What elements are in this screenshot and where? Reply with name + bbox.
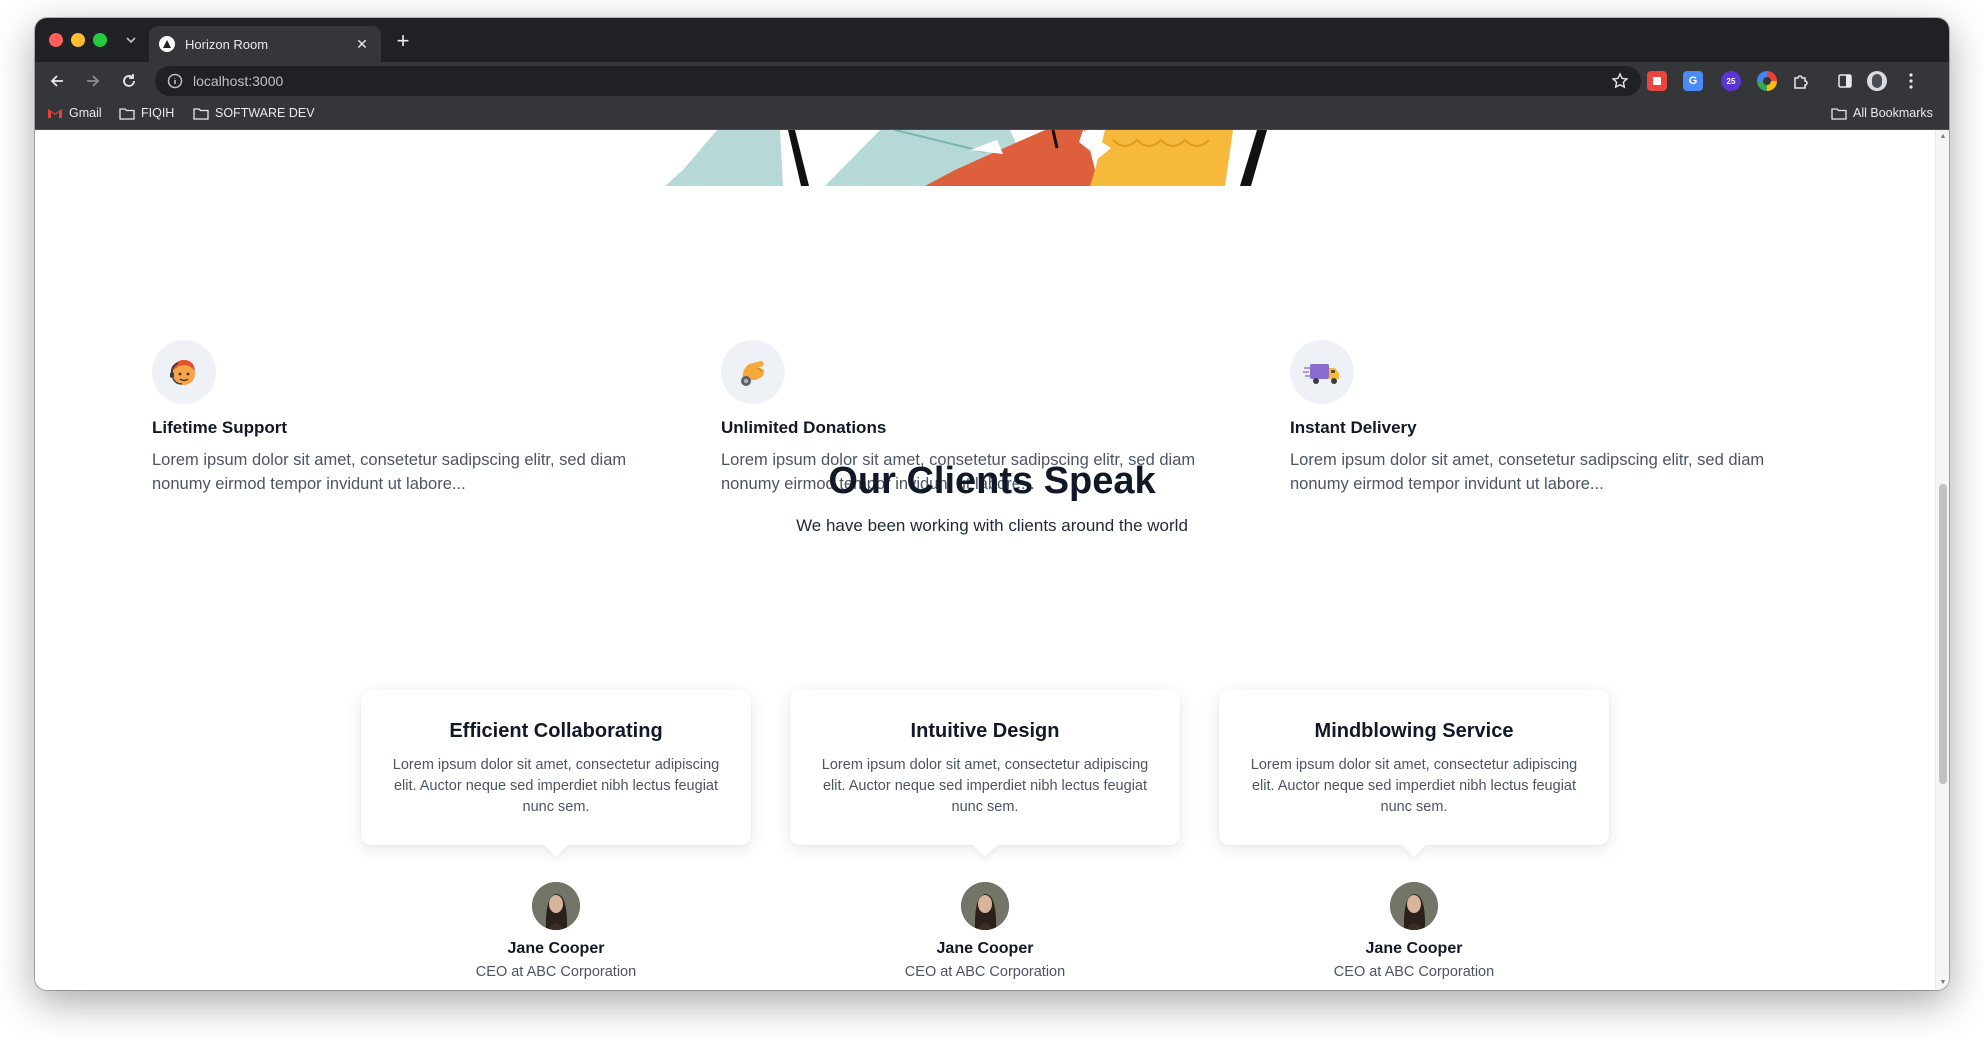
feature-title: Lifetime Support: [152, 418, 288, 437]
profile-avatar-icon[interactable]: [1867, 71, 1887, 91]
hero-illustration: [665, 130, 1267, 186]
arrow-right-icon: [87, 75, 100, 87]
browser-tab[interactable]: Horizon Room ✕: [149, 26, 381, 62]
extension-red-icon[interactable]: [1647, 71, 1667, 91]
clients-section-title: Our Clients Speak: [828, 460, 1156, 502]
extensions-puzzle-icon[interactable]: [1791, 71, 1811, 91]
testimonial-text: Lorem ipsum dolor sit amet, consectetur …: [821, 757, 1149, 815]
all-bookmarks-label: All Bookmarks: [1853, 106, 1933, 120]
donation-hand-icon: [721, 340, 785, 404]
testimonial-text: Lorem ipsum dolor sit amet, consectetur …: [392, 757, 720, 815]
back-button[interactable]: [45, 69, 69, 93]
testimonial-card: Mindblowing Service Lorem ipsum dolor si…: [1219, 690, 1609, 845]
testimonial-text: Lorem ipsum dolor sit amet, consectetur …: [1250, 757, 1578, 815]
tab-search-button[interactable]: [119, 28, 143, 52]
browser-window: Horizon Room ✕ + localhost:3000 G 25 Gma…: [35, 18, 1949, 990]
minimize-window-button[interactable]: [71, 33, 85, 47]
url-text: localhost:3000: [193, 73, 284, 89]
folder-icon: [193, 107, 209, 120]
reload-icon: [123, 74, 135, 87]
scroll-thumb[interactable]: [1939, 484, 1947, 784]
new-tab-button[interactable]: +: [390, 28, 416, 54]
bookmark-gmail[interactable]: Gmail: [47, 106, 102, 120]
bookmark-label: SOFTWARE DEV: [215, 106, 315, 120]
testimonial-author: Jane Cooper CEO at ABC Corporation: [790, 882, 1180, 980]
bookmark-folder-fiqih[interactable]: FIQIH: [119, 106, 174, 120]
testimonial-title: Intuitive Design: [910, 720, 1060, 742]
browser-menu-icon[interactable]: [1901, 71, 1921, 91]
site-favicon-icon: [159, 36, 175, 52]
testimonial-title: Efficient Collaborating: [449, 720, 663, 742]
bookmark-label: Gmail: [69, 106, 102, 120]
bookmark-folder-software-dev[interactable]: SOFTWARE DEV: [193, 106, 315, 120]
testimonial-card: Efficient Collaborating Lorem ipsum dolo…: [361, 690, 751, 845]
bookmarks-bar: Gmail FIQIH SOFTWARE DEV All Bookmarks: [35, 100, 1949, 130]
author-role: CEO at ABC Corporation: [904, 964, 1066, 980]
tab-title: Horizon Room: [185, 36, 269, 52]
testimonial-author: Jane Cooper CEO at ABC Corporation: [361, 882, 751, 980]
page-scrollbar[interactable]: ▲ ▼: [1935, 130, 1949, 990]
arrow-left-icon: [50, 75, 63, 87]
close-window-button[interactable]: [49, 33, 63, 47]
translate-extension-icon[interactable]: G: [1683, 71, 1703, 91]
folder-icon: [119, 107, 135, 120]
avatar: [532, 882, 580, 930]
extension-badge-count: 25: [1726, 76, 1736, 86]
delivery-truck-icon: [1290, 340, 1354, 404]
forward-button[interactable]: [81, 69, 105, 93]
avatar: [961, 882, 1009, 930]
reload-button[interactable]: [117, 69, 141, 93]
bookmark-label: FIQIH: [141, 106, 175, 120]
chevron-down-icon: [126, 37, 136, 44]
site-info-icon[interactable]: [167, 73, 183, 89]
testimonial-author: Jane Cooper CEO at ABC Corporation: [1219, 882, 1609, 980]
author-name: Jane Cooper: [936, 940, 1034, 957]
author-role: CEO at ABC Corporation: [1333, 964, 1495, 980]
support-agent-icon: [152, 340, 216, 404]
scroll-down-arrow-icon[interactable]: ▼: [1939, 979, 1947, 987]
browser-toolbar: localhost:3000 G 25: [35, 62, 1949, 100]
author-name: Jane Cooper: [1365, 940, 1463, 957]
author-role: CEO at ABC Corporation: [475, 964, 637, 980]
author-name: Jane Cooper: [507, 940, 605, 957]
testimonial-title: Mindblowing Service: [1314, 720, 1514, 742]
address-bar[interactable]: localhost:3000: [155, 66, 1641, 96]
bookmark-star-icon[interactable]: [1611, 72, 1629, 95]
color-picker-extension-icon[interactable]: [1757, 71, 1777, 91]
all-bookmarks-button[interactable]: All Bookmarks: [1831, 106, 1933, 120]
tab-strip: Horizon Room ✕ +: [35, 18, 1949, 62]
feature-title: Unlimited Donations: [721, 418, 887, 437]
close-tab-icon[interactable]: ✕: [353, 35, 371, 53]
folder-icon: [1831, 107, 1847, 120]
avatar: [1390, 882, 1438, 930]
extension-badge-icon[interactable]: 25: [1721, 71, 1741, 91]
testimonial-card: Intuitive Design Lorem ipsum dolor sit a…: [790, 690, 1180, 845]
page-viewport: Lifetime Support Lorem ipsum dolor sit a…: [35, 130, 1949, 990]
clients-section-subtitle: We have been working with clients around…: [796, 516, 1188, 535]
feature-title: Instant Delivery: [1290, 418, 1417, 437]
scroll-up-arrow-icon[interactable]: ▲: [1939, 133, 1947, 141]
gmail-icon: [48, 109, 62, 118]
maximize-window-button[interactable]: [93, 33, 107, 47]
side-panel-icon[interactable]: [1835, 71, 1855, 91]
